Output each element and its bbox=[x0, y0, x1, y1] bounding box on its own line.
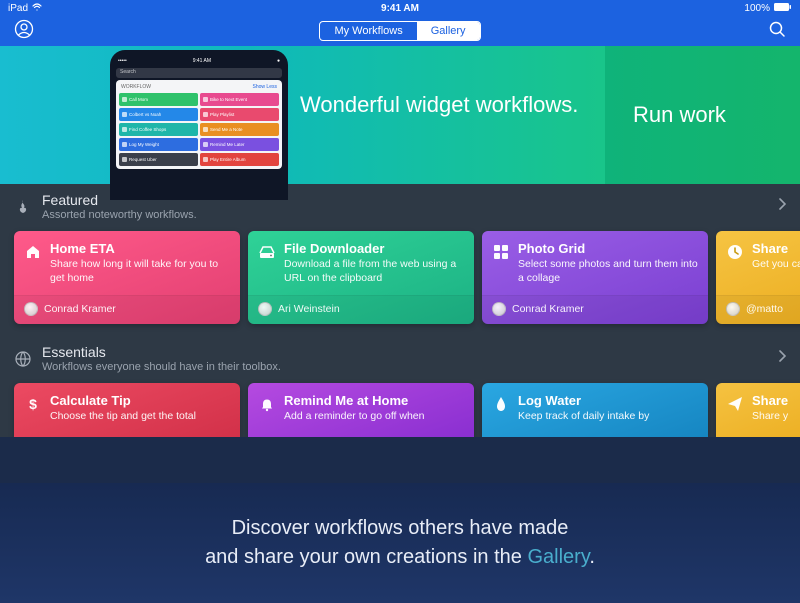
promo-line1: Discover workflows others have made bbox=[205, 514, 595, 543]
avatar bbox=[726, 302, 740, 316]
status-right: 100% bbox=[744, 3, 792, 14]
card-footer: Ari Weinstein bbox=[248, 295, 474, 324]
avatar bbox=[24, 302, 38, 316]
workflow-card[interactable]: $ Calculate Tip Choose the tip and get the… bbox=[14, 383, 240, 437]
promo-footer: Discover workflows others have made and … bbox=[0, 483, 800, 603]
avatar bbox=[492, 302, 506, 316]
status-left: iPad bbox=[8, 3, 42, 14]
card-desc: Keep track of daily intake by bbox=[518, 410, 649, 424]
card-author: Conrad Kramer bbox=[512, 303, 584, 315]
drop-icon bbox=[492, 395, 510, 413]
segmented-control: My Workflows Gallery bbox=[319, 21, 480, 41]
section-essentials: Essentials Workflows everyone should hav… bbox=[0, 336, 800, 437]
hero-card-widgets[interactable]: •••••9:41 AM● Search WORKFLOW Show Less … bbox=[0, 46, 605, 184]
section-header-featured[interactable]: Featured Assorted noteworthy workflows. bbox=[0, 184, 800, 227]
send-icon bbox=[726, 395, 744, 413]
hero-card-run[interactable]: Run work bbox=[605, 46, 800, 184]
essentials-card-row: $ Calculate Tip Choose the tip and get the… bbox=[0, 379, 800, 437]
card-desc: Select some photos and turn them into a … bbox=[518, 258, 698, 285]
card-footer: Conrad Kramer bbox=[482, 295, 708, 324]
phone-tile: Play Entire Album bbox=[200, 153, 279, 166]
hero-widgets-title: Wonderful widget workflows. bbox=[300, 92, 578, 118]
card-title: Calculate Tip bbox=[50, 393, 196, 408]
workflow-card[interactable]: Share Share y bbox=[716, 383, 800, 437]
featured-title: Featured bbox=[42, 192, 197, 208]
status-time: 9:41 AM bbox=[381, 3, 419, 14]
card-author: Ari Weinstein bbox=[278, 303, 340, 315]
card-title: Share bbox=[752, 241, 800, 256]
workflow-card[interactable]: Share Get you calend @matto bbox=[716, 231, 800, 324]
workflow-card[interactable]: File Downloader Download a file from the … bbox=[248, 231, 474, 324]
card-author: Conrad Kramer bbox=[44, 303, 116, 315]
workflow-card[interactable]: Log Water Keep track of daily intake by bbox=[482, 383, 708, 437]
phone-search: Search bbox=[116, 68, 282, 78]
avatar bbox=[258, 302, 272, 316]
phone-tile: Request Uber bbox=[119, 153, 198, 166]
clock-icon bbox=[726, 243, 744, 261]
workflow-card[interactable]: Home ETA Share how long it will take for … bbox=[14, 231, 240, 324]
tab-gallery[interactable]: Gallery bbox=[417, 22, 480, 40]
card-title: File Downloader bbox=[284, 241, 464, 256]
card-title: Remind Me at Home bbox=[284, 393, 424, 408]
section-header-essentials[interactable]: Essentials Workflows everyone should hav… bbox=[0, 336, 800, 379]
card-title: Log Water bbox=[518, 393, 649, 408]
phone-tile: Log My Weight bbox=[119, 138, 198, 151]
card-title: Photo Grid bbox=[518, 241, 698, 256]
phone-tile: Call Mom bbox=[119, 93, 198, 106]
gallery-link[interactable]: Gallery bbox=[527, 546, 589, 568]
workflow-card[interactable]: Remind Me at Home Add a reminder to go of… bbox=[248, 383, 474, 437]
phone-widget: WORKFLOW Show Less Call MomBike to Next … bbox=[116, 80, 282, 169]
card-desc: Add a reminder to go off when bbox=[284, 410, 424, 424]
device-label: iPad bbox=[8, 3, 28, 14]
status-bar: iPad 9:41 AM 100% bbox=[0, 0, 800, 16]
card-desc: Get you calend bbox=[752, 258, 800, 272]
globe-icon bbox=[14, 350, 32, 368]
essentials-subtitle: Workflows everyone should have in their … bbox=[42, 361, 281, 373]
chevron-right-icon bbox=[778, 197, 786, 215]
card-desc: Download a file from the web using a URL… bbox=[284, 258, 464, 285]
phone-tile: Play Playlist bbox=[200, 108, 279, 121]
hdd-icon bbox=[258, 243, 276, 261]
promo-line2: and share your own creations in the Gall… bbox=[205, 543, 595, 572]
battery-icon bbox=[774, 3, 792, 14]
phone-tile: Remind Me Later bbox=[200, 138, 279, 151]
phone-tile: Bike to Next Event bbox=[200, 93, 279, 106]
bell-icon bbox=[258, 395, 276, 413]
battery-label: 100% bbox=[744, 3, 770, 14]
phone-tile: Send Me a Note bbox=[200, 123, 279, 136]
nav-bar: My Workflows Gallery bbox=[0, 16, 800, 46]
card-footer: @matto bbox=[716, 295, 800, 324]
grid-icon bbox=[492, 243, 510, 261]
card-title: Home ETA bbox=[50, 241, 230, 256]
phone-tile: Colbert vs Noah bbox=[119, 108, 198, 121]
card-desc: Choose the tip and get the total bbox=[50, 410, 196, 424]
card-footer: Conrad Kramer bbox=[14, 295, 240, 324]
svg-text:$: $ bbox=[29, 396, 37, 412]
dollar-icon: $ bbox=[24, 395, 42, 413]
hero-banner: •••••9:41 AM● Search WORKFLOW Show Less … bbox=[0, 46, 800, 184]
flame-icon bbox=[14, 198, 32, 216]
essentials-title: Essentials bbox=[42, 344, 281, 360]
chevron-right-icon bbox=[778, 349, 786, 367]
card-title: Share bbox=[752, 393, 788, 408]
card-desc: Share y bbox=[752, 410, 788, 424]
workflow-card[interactable]: Photo Grid Select some photos and turn th… bbox=[482, 231, 708, 324]
tab-my-workflows[interactable]: My Workflows bbox=[320, 22, 416, 40]
card-desc: Share how long it will take for you to g… bbox=[50, 258, 230, 285]
search-icon[interactable] bbox=[768, 20, 786, 43]
featured-subtitle: Assorted noteworthy workflows. bbox=[42, 209, 197, 221]
phone-tile: Find Coffee Shops bbox=[119, 123, 198, 136]
featured-card-row: Home ETA Share how long it will take for … bbox=[0, 227, 800, 336]
hero-run-title: Run work bbox=[633, 102, 726, 128]
home-icon bbox=[24, 243, 42, 261]
section-featured: Featured Assorted noteworthy workflows. … bbox=[0, 184, 800, 336]
phone-mockup: •••••9:41 AM● Search WORKFLOW Show Less … bbox=[110, 50, 288, 200]
wifi-icon bbox=[32, 3, 42, 14]
card-author: @matto bbox=[746, 303, 783, 315]
profile-icon[interactable] bbox=[14, 19, 34, 44]
